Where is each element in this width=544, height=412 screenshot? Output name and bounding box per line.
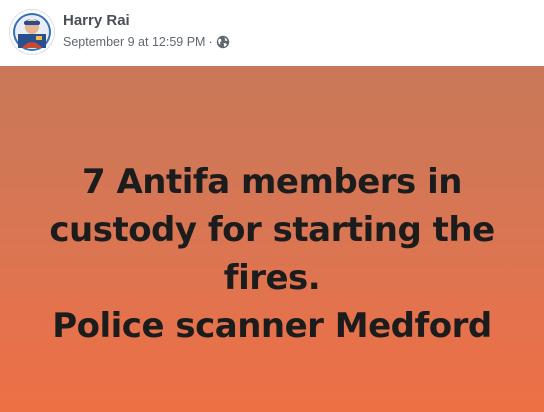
- post-image[interactable]: 7 Antifa members in custody for starting…: [0, 66, 544, 412]
- image-text-line: fires.: [223, 258, 321, 298]
- post-timestamp[interactable]: September 9 at 12:59 PM: [63, 35, 205, 49]
- post-meta: September 9 at 12:59 PM ·: [63, 34, 230, 50]
- image-text-line: 7 Antifa members in: [81, 162, 463, 202]
- image-text-block: 7 Antifa members in custody for starting…: [0, 158, 544, 350]
- author-name[interactable]: Harry Rai: [63, 12, 130, 30]
- author-avatar[interactable]: [10, 10, 54, 54]
- image-text-line: custody for starting the: [49, 210, 495, 250]
- avatar-photo-icon: [11, 11, 53, 53]
- image-text-line: Police scanner Medford: [52, 306, 492, 346]
- post-header: Harry Rai September 9 at 12:59 PM ·: [0, 0, 544, 66]
- globe-icon[interactable]: [216, 35, 230, 49]
- facebook-post: Harry Rai September 9 at 12:59 PM · 7 An…: [0, 0, 544, 412]
- meta-separator: ·: [208, 35, 213, 49]
